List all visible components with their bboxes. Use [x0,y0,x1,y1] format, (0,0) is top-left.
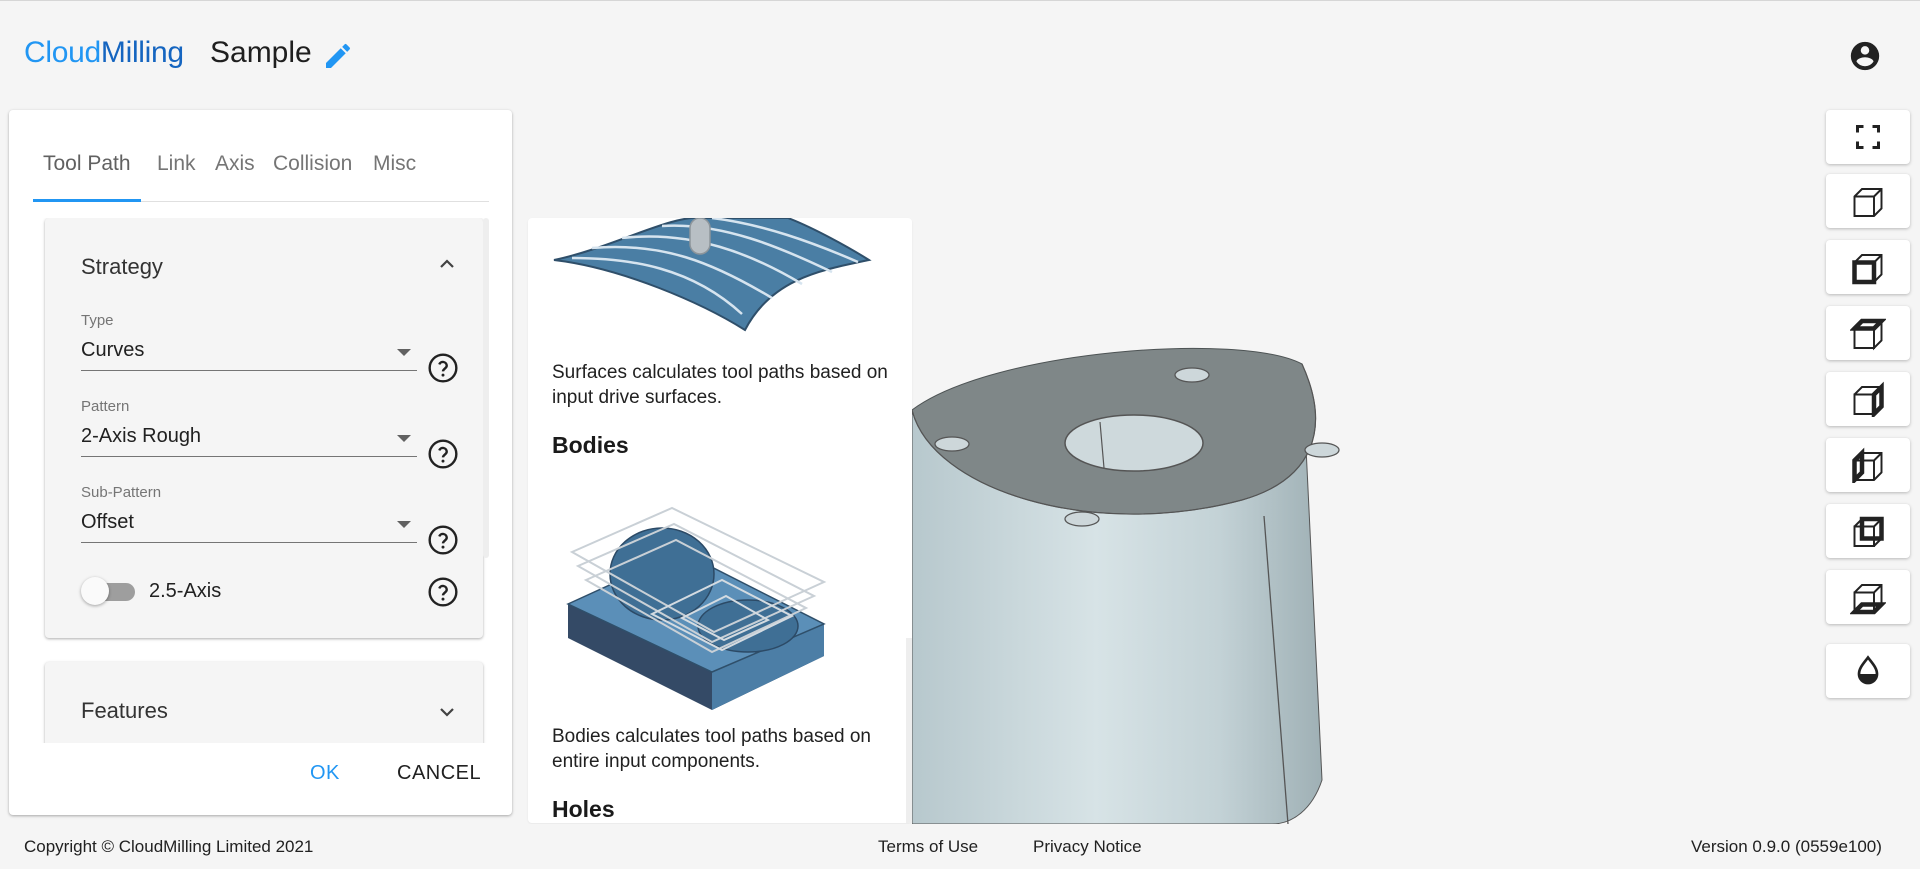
tab-misc[interactable]: Misc [373,152,416,176]
active-tab-indicator [33,199,141,202]
features-title: Features [81,698,168,723]
settings-scrollbar-thumb[interactable] [483,218,489,558]
caret-down-icon [397,349,411,356]
sub-pattern-value: Offset [81,511,134,533]
features-card[interactable]: Features [45,662,483,743]
tab-link[interactable]: Link [157,152,196,176]
type-field: Type Curves [81,312,417,371]
view-iso-button[interactable] [1826,174,1910,228]
cancel-button[interactable]: CANCEL [397,762,481,785]
bodies-heading: Bodies [552,432,629,458]
settings-tabs: Tool Path Link Axis Collision Misc [33,132,489,202]
app-header: CloudMilling Sample [0,4,1920,102]
settings-scroll-area[interactable]: Strategy Type Curves Pattern 2-Axis Roug… [37,218,497,743]
render-mode-button[interactable] [1826,644,1910,698]
view-front-button[interactable] [1826,240,1910,294]
brand-logo-part-1: Cloud [24,36,101,69]
sub-pattern-field: Sub-Pattern Offset [81,484,417,543]
surfaces-illustration [553,218,872,332]
pattern-field: Pattern 2-Axis Rough [81,398,417,457]
view-top-button[interactable] [1826,306,1910,360]
tab-collision[interactable]: Collision [273,152,352,176]
chevron-down-icon[interactable] [435,700,459,724]
privacy-notice-link[interactable]: Privacy Notice [1033,837,1142,857]
project-title: Sample [210,36,312,69]
type-value: Curves [81,339,145,361]
brand-logo[interactable]: CloudMilling [24,36,184,70]
3d-model-view[interactable] [912,340,1432,824]
sub-pattern-label: Sub-Pattern [81,484,162,501]
terms-of-use-link[interactable]: Terms of Use [878,837,978,857]
type-label: Type [81,312,114,329]
ok-button[interactable]: OK [310,762,340,785]
chevron-up-icon[interactable] [435,252,459,276]
sub-pattern-select[interactable]: Offset [81,507,417,543]
fullscreen-button[interactable] [1826,110,1910,164]
strategy-title: Strategy [81,254,163,279]
brand-logo-part-2: Milling [100,36,184,69]
pattern-label: Pattern [81,398,130,415]
strategy-card: Strategy Type Curves Pattern 2-Axis Roug… [45,218,483,638]
render-mode-icon [1857,655,1879,685]
account-circle-icon[interactable] [1848,39,1882,73]
pencil-icon[interactable] [322,40,354,72]
view-bottom-button[interactable] [1826,570,1910,624]
holes-heading: Holes [552,796,615,822]
two-five-axis-label: 2.5-Axis [149,580,222,602]
type-select[interactable]: Curves [81,335,417,371]
view-cube-bottom-icon [1850,584,1886,615]
copyright-text: Copyright © CloudMilling Limited 2021 [24,837,314,856]
caret-down-icon [397,435,411,442]
tab-axis[interactable]: Axis [215,152,255,176]
two-five-axis-toggle[interactable] [81,576,137,606]
fullscreen-icon [1856,125,1880,149]
help-icon[interactable] [427,438,459,470]
settings-scrollbar[interactable] [483,218,491,558]
view-right-button[interactable] [1826,372,1910,426]
tab-tool-path[interactable]: Tool Path [43,152,131,176]
view-cube-top-icon [1850,318,1886,351]
view-cube-back-icon [1853,516,1884,547]
view-cube-right-icon [1853,381,1884,417]
version-text: Version 0.9.0 (0559e100) [1691,837,1882,856]
view-cube-left-icon [1852,447,1883,483]
pattern-select[interactable]: 2-Axis Rough [81,421,417,457]
help-icon[interactable] [427,524,459,556]
strategy-help-panel[interactable]: Surfaces calculates tool paths based on … [528,218,912,823]
toggle-knob [81,577,109,605]
view-back-button[interactable] [1826,504,1910,558]
pattern-value: 2-Axis Rough [81,425,202,447]
view-cube-iso-icon [1853,188,1883,217]
toolpath-settings-panel: Tool Path Link Axis Collision Misc Strat… [9,110,512,815]
help-icon[interactable] [427,352,459,384]
surfaces-description: Surfaces calculates tool paths based on … [552,362,888,408]
bodies-illustration [566,506,827,710]
app-footer: Copyright © CloudMilling Limited 2021 Te… [0,824,1920,869]
bodies-description: Bodies calculates tool paths based on en… [552,726,871,772]
help-icon[interactable] [427,576,459,608]
view-cube-front-icon [1852,254,1883,285]
view-left-button[interactable] [1826,438,1910,492]
caret-down-icon [397,521,411,528]
